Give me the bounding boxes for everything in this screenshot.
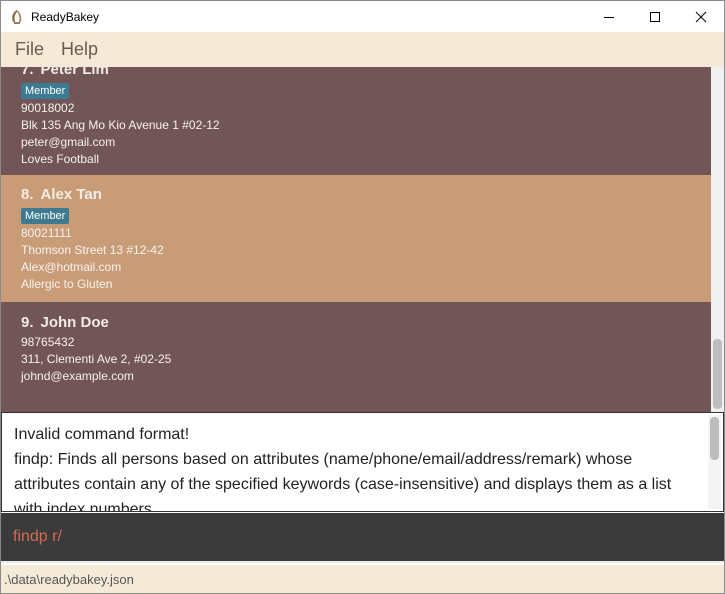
status-bar: .\data\readybakey.json [1, 565, 724, 593]
app-window: ReadyBakey File Help 7. Peter Lim Member … [0, 0, 725, 594]
person-email: johnd@example.com [21, 369, 134, 383]
menu-bar: File Help [1, 32, 724, 67]
person-list[interactable]: 7. Peter Lim Member 90018002 Blk 135 Ang … [1, 67, 711, 412]
person-remark: Loves Football [21, 152, 100, 166]
save-location-path: .\data\readybakey.json [4, 572, 134, 587]
person-card[interactable]: 7. Peter Lim Member 90018002 Blk 135 Ang … [1, 67, 711, 175]
person-card-selected[interactable]: 8. Alex Tan Member 80021111 Thomson Stree… [1, 175, 711, 302]
scrollbar-thumb[interactable] [713, 339, 722, 409]
command-input[interactable] [1, 513, 724, 561]
scrollbar-thumb[interactable] [710, 417, 719, 460]
person-phone: 90018002 [21, 101, 75, 115]
person-name-line: 7. Peter Lim [21, 67, 711, 80]
person-email: peter@gmail.com [21, 135, 116, 149]
person-card[interactable]: 9. John Doe 98765432 311, Clementi Ave 2,… [1, 302, 711, 412]
result-scrollbar[interactable] [708, 415, 721, 509]
result-display: Invalid command format! findp: Finds all… [1, 412, 724, 512]
maximize-button[interactable] [632, 1, 678, 32]
person-address: Thomson Street 13 #12-42 [21, 243, 164, 257]
result-message: Invalid command format! findp: Finds all… [14, 426, 672, 512]
command-box [1, 513, 724, 563]
person-name: John Doe [40, 314, 109, 331]
person-phone: 80021111 [21, 226, 72, 240]
person-remark: Allergic to Gluten [21, 277, 113, 291]
person-tag: Member [21, 83, 70, 99]
close-icon [695, 11, 707, 22]
close-button[interactable] [678, 1, 724, 32]
person-name-line: 8. Alex Tan [21, 185, 711, 205]
menu-file[interactable]: File [8, 39, 51, 60]
person-index: 8. [21, 186, 34, 203]
window-controls [586, 1, 724, 32]
person-address: 311, Clementi Ave 2, #02-25 [21, 352, 172, 366]
person-name-line: 9. John Doe [21, 313, 711, 333]
minimize-icon [604, 16, 614, 18]
minimize-button[interactable] [586, 1, 632, 32]
title-bar: ReadyBakey [1, 1, 724, 32]
person-address: Blk 135 Ang Mo Kio Avenue 1 #02-12 [21, 118, 220, 132]
readybakey-logo-icon [9, 9, 25, 25]
window-title: ReadyBakey [31, 9, 100, 24]
person-tag: Member [21, 208, 70, 224]
maximize-icon [650, 11, 660, 22]
person-name: Alex Tan [40, 186, 102, 203]
person-list-scrollbar[interactable] [711, 67, 724, 412]
person-name: Peter Lim [40, 67, 109, 78]
person-email: Alex@hotmail.com [21, 260, 122, 274]
menu-help[interactable]: Help [54, 39, 105, 60]
person-phone: 98765432 [21, 335, 75, 349]
person-index: 9. [21, 314, 34, 331]
person-index: 7. [21, 67, 34, 78]
